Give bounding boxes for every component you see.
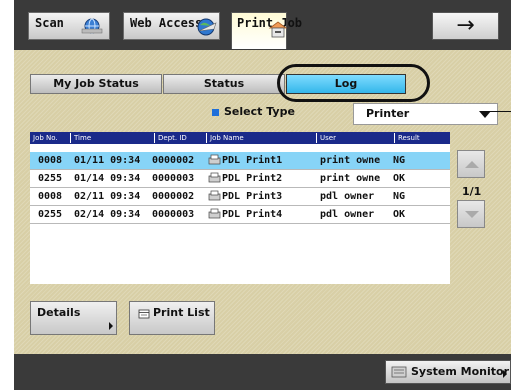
user-cell: print owne — [320, 155, 381, 166]
right-arrow-icon: → — [456, 13, 475, 38]
job-no-cell: 0255 — [38, 173, 63, 184]
user-cell: pdl owner — [320, 209, 375, 220]
scroll-up-button[interactable] — [457, 150, 485, 178]
callout-line — [488, 111, 511, 112]
tab-web-access-label: Web Access — [130, 16, 203, 30]
select-type-marker-icon — [212, 109, 219, 116]
subtab-status[interactable]: Status — [163, 74, 285, 94]
details-button[interactable]: Details — [30, 301, 117, 335]
system-monitor-icon — [391, 366, 407, 378]
job-name-cell: PDL Print4 — [222, 209, 283, 220]
print-document-icon — [208, 190, 221, 201]
user-cell: print owne — [320, 173, 381, 184]
result-cell: OK — [393, 209, 406, 220]
chevron-down-icon — [479, 111, 491, 118]
result-cell: NG — [393, 155, 406, 166]
table-row[interactable]: 0008 02/11 09:34 0000002 PDL Print3 pdl … — [30, 188, 450, 206]
job-name-cell: PDL Print1 — [222, 155, 283, 166]
print-list-button-label: Print List — [153, 306, 210, 319]
print-document-icon — [208, 154, 221, 165]
column-header-dept-id: Dept. ID — [154, 133, 187, 143]
print-list-button[interactable]: Print List — [129, 301, 215, 335]
time-cell: 02/14 09:34 — [74, 209, 141, 220]
result-cell: OK — [393, 173, 406, 184]
table-header: Job No. Time Dept. ID Job Name User Resu… — [30, 132, 450, 144]
time-cell: 01/14 09:34 — [74, 173, 141, 184]
subtab-my-job-status[interactable]: My Job Status — [30, 74, 162, 94]
column-header-time: Time — [70, 133, 91, 143]
chevron-right-icon — [109, 322, 113, 330]
chevron-right-icon — [503, 370, 507, 378]
time-cell: 01/11 09:34 — [74, 155, 141, 166]
system-monitor-label: System Monitor — [411, 365, 509, 378]
chevron-up-icon — [465, 161, 479, 168]
details-button-label: Details — [37, 306, 81, 319]
tab-web-access[interactable]: Web Access — [123, 12, 220, 40]
column-header-job-no: Job No. — [33, 134, 58, 142]
tab-scan[interactable]: Scan — [28, 12, 110, 40]
table-row[interactable]: 0255 02/14 09:34 0000003 PDL Print4 pdl … — [30, 206, 450, 224]
subtab-my-job-status-label: My Job Status — [53, 77, 139, 90]
dept-id-cell: 0000002 — [152, 155, 195, 166]
tab-scan-label: Scan — [35, 16, 64, 30]
chevron-down-icon — [465, 211, 479, 218]
subtab-status-label: Status — [203, 77, 245, 90]
select-type-label: Select Type — [224, 105, 295, 118]
log-highlight-ring — [277, 64, 430, 102]
select-type-dropdown[interactable]: Printer — [353, 103, 498, 125]
print-document-icon — [208, 172, 221, 183]
select-type-value: Printer — [366, 107, 410, 120]
column-header-result: Result — [394, 133, 420, 143]
globe-icon — [197, 18, 217, 36]
print-job-screen: Scan Web Access Print Job → My Job Statu… — [0, 0, 511, 390]
table-row[interactable]: 0255 01/14 09:34 0000003 PDL Print2 prin… — [30, 170, 450, 188]
print-document-icon — [208, 208, 221, 219]
page-indicator: 1/1 — [462, 185, 482, 198]
time-cell: 02/11 09:34 — [74, 191, 141, 202]
job-name-cell: PDL Print3 — [222, 191, 283, 202]
job-no-cell: 0008 — [38, 155, 63, 166]
result-cell: NG — [393, 191, 406, 202]
scan-globe-icon — [81, 18, 103, 34]
job-no-cell: 0008 — [38, 191, 63, 202]
job-no-cell: 0255 — [38, 209, 63, 220]
column-header-user: User — [316, 133, 336, 143]
dept-id-cell: 0000002 — [152, 191, 195, 202]
column-header-job-name: Job Name — [206, 133, 244, 143]
user-cell: pdl owner — [320, 191, 375, 202]
printer-tray-icon — [268, 21, 288, 38]
dept-id-cell: 0000003 — [152, 209, 195, 220]
next-arrow-button[interactable]: → — [432, 12, 499, 40]
job-log-table: 0008 01/11 09:34 0000002 PDL Print1 prin… — [30, 144, 450, 284]
dept-id-cell: 0000003 — [152, 173, 195, 184]
job-name-cell: PDL Print2 — [222, 173, 283, 184]
print-list-icon — [138, 309, 150, 319]
scroll-down-button[interactable] — [457, 200, 485, 228]
system-monitor-button[interactable]: System Monitor — [385, 360, 511, 384]
table-row[interactable]: 0008 01/11 09:34 0000002 PDL Print1 prin… — [30, 152, 450, 170]
